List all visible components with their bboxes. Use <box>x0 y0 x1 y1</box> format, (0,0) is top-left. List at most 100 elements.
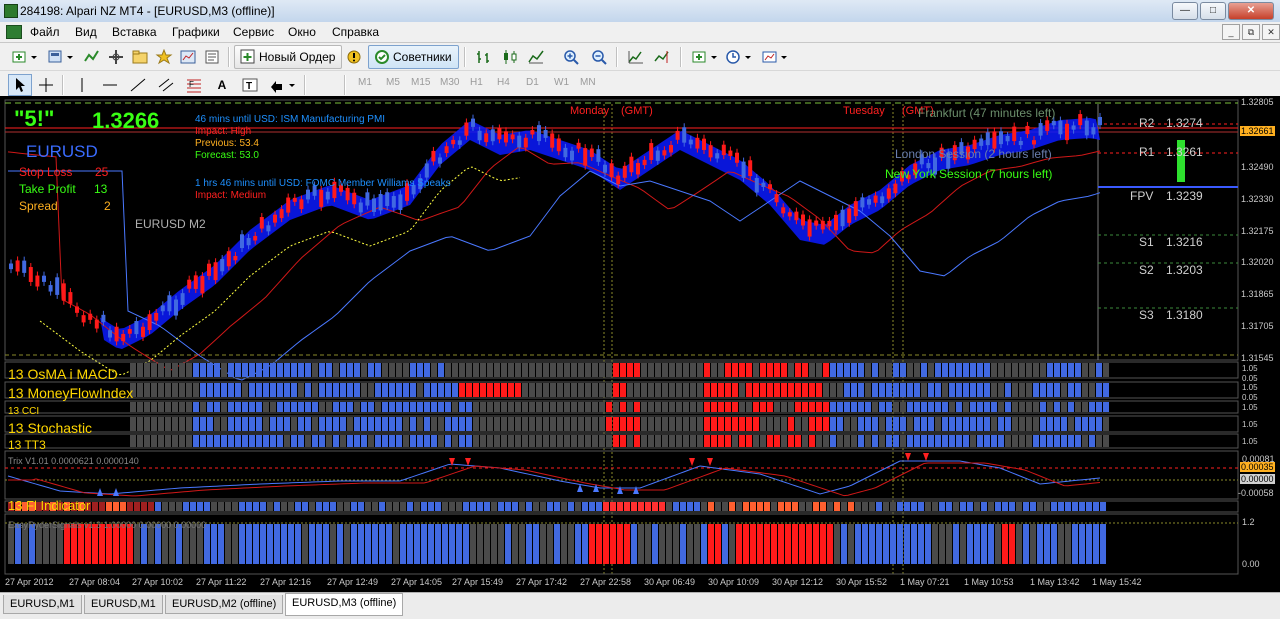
horizontal-line-icon[interactable] <box>98 74 122 96</box>
mdi-restore-button[interactable]: ⧉ <box>1242 24 1260 40</box>
indicator-bar <box>802 435 808 447</box>
crosshair-icon[interactable] <box>34 74 58 96</box>
timeframe-m30[interactable]: M30 <box>440 77 459 88</box>
indicator-bar <box>774 383 780 397</box>
profiles-icon[interactable] <box>44 46 78 68</box>
menu-window[interactable]: Окно <box>288 25 316 39</box>
line-chart-icon[interactable] <box>524 46 548 68</box>
zoom-in-icon[interactable] <box>560 46 584 68</box>
menu-tools[interactable]: Сервис <box>233 25 274 39</box>
candle-body <box>1038 123 1043 136</box>
indicator-bar <box>942 363 948 377</box>
terminal-icon[interactable] <box>152 46 176 68</box>
menu-insert[interactable]: Вставка <box>112 25 157 39</box>
mdi-minimize-button[interactable]: _ <box>1222 24 1240 40</box>
chart-window[interactable]: "5!" 1.3266 EURUSD Stop Loss 25 Take Pro… <box>0 96 1280 592</box>
text-label-icon[interactable]: T <box>238 74 262 96</box>
menu-file[interactable]: Файл <box>30 25 60 39</box>
chart-canvas[interactable] <box>0 96 1280 592</box>
indicator-bar <box>424 383 430 397</box>
menu-help[interactable]: Справка <box>332 25 379 39</box>
strategy-tester-icon[interactable] <box>176 46 200 68</box>
navigator-icon[interactable] <box>128 46 152 68</box>
tab-eurusd-m1[interactable]: EURUSD,M1 <box>84 595 163 614</box>
fl-indicator-bar <box>561 502 567 511</box>
candle-body <box>655 150 660 161</box>
candlestick-chart-icon[interactable] <box>498 46 522 68</box>
candle-body <box>616 175 621 185</box>
tab-eurusd-m2-offline[interactable]: EURUSD,M2 (offline) <box>165 595 284 614</box>
auto-scroll-icon[interactable] <box>624 46 648 68</box>
timeframe-m1[interactable]: M1 <box>358 77 372 88</box>
candle-body <box>174 299 178 316</box>
indicator-bar <box>165 435 171 447</box>
candle-body <box>490 129 495 142</box>
indicator-bar <box>473 402 479 412</box>
fl-indicator-bar <box>204 502 210 511</box>
templates-icon[interactable] <box>758 46 792 68</box>
news1-impact: Impact: High <box>195 126 252 137</box>
timeframe-m5[interactable]: M5 <box>386 77 400 88</box>
indicator-bar <box>977 435 983 447</box>
fl-indicator-bar <box>372 502 378 511</box>
timeframe-w1[interactable]: W1 <box>554 77 569 88</box>
easyryder-signal-bar <box>134 524 140 564</box>
indicator-bar <box>711 383 717 397</box>
timeframe-h4[interactable]: H4 <box>497 77 510 88</box>
zoom-out-icon[interactable] <box>588 46 612 68</box>
indicator-bar <box>340 402 346 412</box>
indicator-bar <box>788 435 794 447</box>
minimize-button[interactable]: — <box>1172 2 1198 20</box>
mdi-close-button[interactable]: ✕ <box>1262 24 1280 40</box>
periods-icon[interactable] <box>722 46 756 68</box>
close-button[interactable]: ✕ <box>1228 2 1274 20</box>
new-chart-icon[interactable] <box>8 46 42 68</box>
timeframe-mn[interactable]: MN <box>580 77 596 88</box>
indicator-bar <box>872 435 878 447</box>
arrows-icon[interactable] <box>266 74 300 96</box>
indicator-bar <box>928 363 934 377</box>
timeframe-m15[interactable]: M15 <box>411 77 430 88</box>
chart-shift-icon[interactable] <box>650 46 674 68</box>
indicator-bar <box>1054 402 1060 412</box>
tab-eurusd-m3-offline[interactable]: EURUSD,M3 (offline) <box>285 593 404 616</box>
timeframe-d1[interactable]: D1 <box>526 77 539 88</box>
equidistant-channel-icon[interactable] <box>154 74 178 96</box>
data-window-icon[interactable] <box>104 46 128 68</box>
vertical-line-icon[interactable] <box>70 74 94 96</box>
timeframe-h1[interactable]: H1 <box>470 77 483 88</box>
candle-body <box>1071 125 1076 130</box>
tab-eurusd-m1[interactable]: EURUSD,M1 <box>3 595 82 614</box>
candle-body <box>160 305 165 312</box>
menu-charts[interactable]: Графики <box>172 25 220 39</box>
fl-indicator-bar <box>519 502 525 511</box>
expert-advisors-button[interactable]: Советники <box>368 45 459 69</box>
maximize-button[interactable]: □ <box>1200 2 1226 20</box>
indicator-bar <box>480 435 486 447</box>
cursor-icon[interactable] <box>8 74 32 96</box>
indicator-bar <box>1019 402 1025 412</box>
fl-indicator-bar <box>99 502 105 511</box>
indicator-bar <box>270 402 276 412</box>
fl-indicator-bar <box>127 502 133 511</box>
candle-body <box>556 138 561 152</box>
easyryder-signal-bar <box>281 524 287 564</box>
text-tool-icon[interactable]: A <box>210 74 234 96</box>
menu-view[interactable]: Вид <box>75 25 97 39</box>
trendline-icon[interactable] <box>126 74 150 96</box>
bar-chart-icon[interactable] <box>472 46 496 68</box>
experts-warning-icon[interactable] <box>342 46 366 68</box>
indicator-bar <box>942 402 948 412</box>
indicator-bar <box>1082 435 1088 447</box>
history-icon[interactable] <box>200 46 224 68</box>
easyryder-signal-bar <box>246 524 252 564</box>
pivot-r2-label: R2 <box>1139 116 1155 130</box>
market-watch-icon[interactable] <box>80 46 104 68</box>
fibonacci-icon[interactable]: F <box>182 74 206 96</box>
new-order-button[interactable]: Новый Ордер <box>234 45 343 69</box>
indicators-icon[interactable] <box>688 46 722 68</box>
indicator-bar <box>886 417 892 431</box>
indicator-bar <box>354 363 360 377</box>
candle-body <box>893 183 898 194</box>
indicator-bar <box>690 363 696 377</box>
